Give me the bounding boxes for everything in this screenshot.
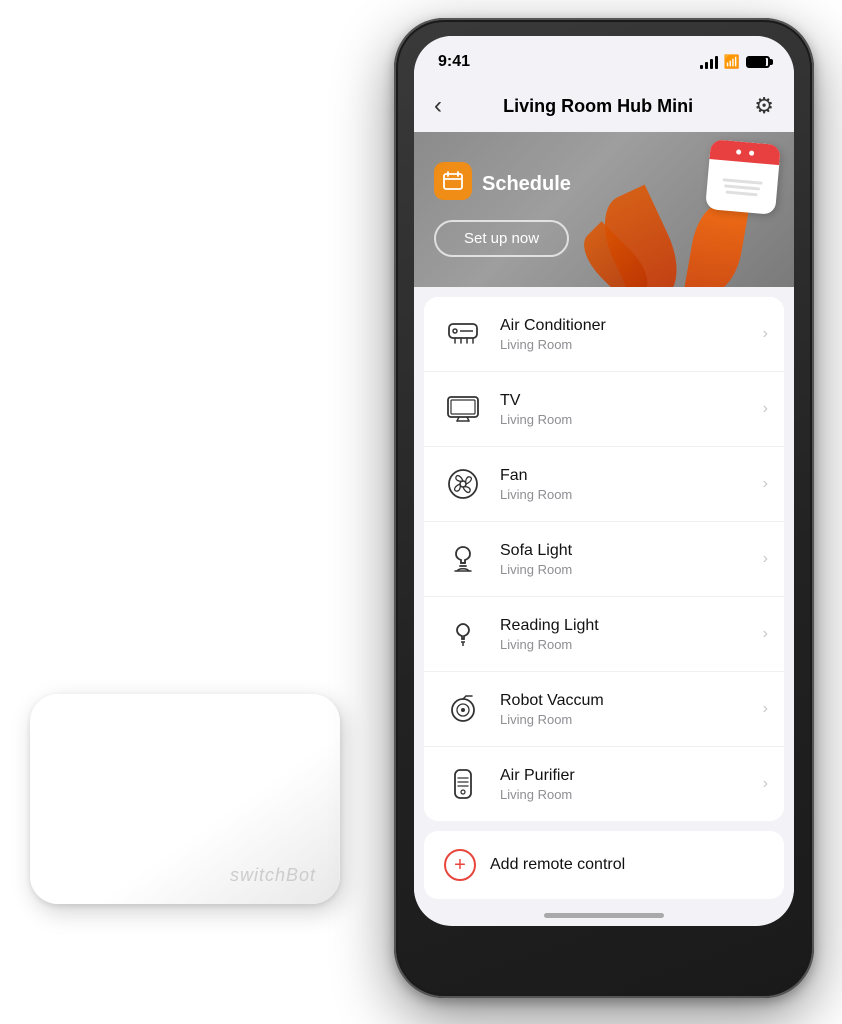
phone-screen: 9:41 📶 ‹ Living Room Hub xyxy=(414,36,794,926)
status-icons: 📶 xyxy=(700,54,770,70)
chevron-right-icon: › xyxy=(763,775,768,793)
device-info: Air Conditioner Living Room xyxy=(500,317,763,352)
chevron-right-icon: › xyxy=(763,475,768,493)
air-purifier-icon xyxy=(440,761,486,807)
list-item[interactable]: Sofa Light Living Room › xyxy=(424,522,784,597)
list-item[interactable]: Air Conditioner Living Room › xyxy=(424,297,784,372)
device-info: Fan Living Room xyxy=(500,467,763,502)
signal-icon xyxy=(700,55,718,69)
screen-content: Schedule Set up now xyxy=(414,132,794,919)
device-name: Sofa Light xyxy=(500,542,763,560)
setup-now-button[interactable]: Set up now xyxy=(434,220,569,257)
list-item[interactable]: Robot Vaccum Living Room › xyxy=(424,672,784,747)
device-name: TV xyxy=(500,392,763,410)
add-remote-button[interactable]: + Add remote control xyxy=(424,831,784,899)
chevron-right-icon: › xyxy=(763,550,768,568)
device-room: Living Room xyxy=(500,487,763,502)
nav-bar: ‹ Living Room Hub Mini ⚙ xyxy=(414,80,794,132)
device-name: Fan xyxy=(500,467,763,485)
chevron-right-icon: › xyxy=(763,325,768,343)
page-title: Living Room Hub Mini xyxy=(503,96,693,117)
device-name: Air Conditioner xyxy=(500,317,763,335)
status-time: 9:41 xyxy=(438,53,470,71)
device-room: Living Room xyxy=(500,637,763,652)
reading-light-icon xyxy=(440,611,486,657)
hub-device: switchBot xyxy=(30,694,340,904)
device-room: Living Room xyxy=(500,412,763,427)
chevron-right-icon: › xyxy=(763,700,768,718)
hub-brand-label: switchBot xyxy=(230,865,316,886)
device-info: Sofa Light Living Room xyxy=(500,542,763,577)
device-room: Living Room xyxy=(500,562,763,577)
device-room: Living Room xyxy=(500,712,763,727)
list-item[interactable]: TV Living Room › xyxy=(424,372,784,447)
list-item[interactable]: Fan Living Room › xyxy=(424,447,784,522)
calendar-decoration xyxy=(708,142,778,212)
chevron-right-icon: › xyxy=(763,625,768,643)
tv-icon xyxy=(440,386,486,432)
phone-frame: 9:41 📶 ‹ Living Room Hub xyxy=(394,18,814,998)
device-info: Reading Light Living Room xyxy=(500,617,763,652)
chevron-right-icon: › xyxy=(763,400,768,418)
add-icon: + xyxy=(444,849,476,881)
sofa-light-icon xyxy=(440,536,486,582)
battery-icon xyxy=(746,56,770,68)
schedule-banner: Schedule Set up now xyxy=(414,132,794,287)
device-info: Air Purifier Living Room xyxy=(500,767,763,802)
fan-icon xyxy=(440,461,486,507)
device-info: Robot Vaccum Living Room xyxy=(500,692,763,727)
device-name: Robot Vaccum xyxy=(500,692,763,710)
home-indicator xyxy=(544,913,664,918)
status-bar: 9:41 📶 xyxy=(414,36,794,80)
banner-title: Schedule xyxy=(482,173,571,196)
device-list: Air Conditioner Living Room › xyxy=(424,297,784,821)
list-item[interactable]: Reading Light Living Room › xyxy=(424,597,784,672)
device-room: Living Room xyxy=(500,787,763,802)
wifi-icon: 📶 xyxy=(724,54,740,70)
add-remote-label: Add remote control xyxy=(490,856,625,874)
device-name: Reading Light xyxy=(500,617,763,635)
back-button[interactable]: ‹ xyxy=(434,92,442,120)
device-name: Air Purifier xyxy=(500,767,763,785)
list-item[interactable]: Air Purifier Living Room › xyxy=(424,747,784,821)
schedule-icon xyxy=(434,162,472,200)
scene: switchBot 9:41 📶 xyxy=(0,0,842,1024)
decorative-leaf-2 xyxy=(684,199,749,287)
ac-icon xyxy=(440,311,486,357)
device-info: TV Living Room xyxy=(500,392,763,427)
device-room: Living Room xyxy=(500,337,763,352)
settings-button[interactable]: ⚙ xyxy=(754,93,774,119)
vacuum-icon xyxy=(440,686,486,732)
